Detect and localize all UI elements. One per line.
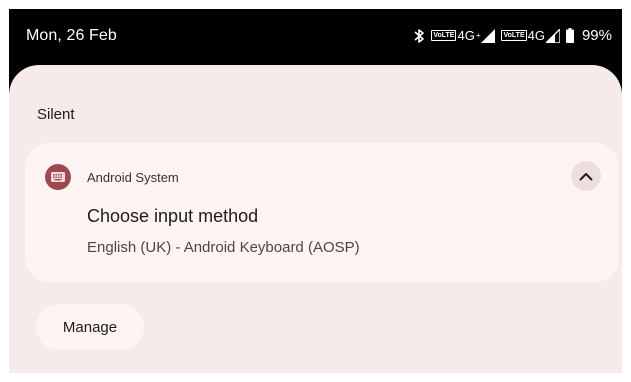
keyboard-icon [51,172,65,182]
section-label-silent: Silent [37,106,75,123]
sim1-network: VoLTE 4G + [431,28,496,43]
app-name: Android System [87,170,179,185]
battery-icon [565,28,574,43]
battery-percentage: 99% [581,27,612,44]
notification-title: Choose input method [87,206,259,226]
signal-icon-2 [545,28,560,43]
manage-button[interactable]: Manage [36,304,144,350]
status-icons: VoLTE 4G + VoLTE 4G 99% [413,27,612,44]
volte-badge-2: VoLTE [501,30,527,41]
notification-card[interactable]: Android System Choose input method Engli… [25,143,619,282]
expand-button[interactable] [571,161,601,191]
status-bar: Mon, 26 Feb VoLTE 4G + VoLTE 4G 99% [9,9,622,65]
sim2-network-type: 4G [527,28,545,43]
sim1-network-type: 4G [457,28,475,43]
signal-icon [481,28,496,43]
bluetooth-icon [414,28,425,43]
volte-badge: VoLTE [431,30,457,41]
chevron-up-icon [579,172,593,180]
app-icon [45,164,71,190]
notification-shade: Silent Android System Choose input metho… [9,65,622,373]
sim2-network: VoLTE 4G [501,28,560,43]
status-date: Mon, 26 Feb [26,27,117,44]
phone-screen: Mon, 26 Feb VoLTE 4G + VoLTE 4G 99% Sile… [9,9,622,373]
notification-text: English (UK) - Android Keyboard (AOSP) [87,239,360,256]
